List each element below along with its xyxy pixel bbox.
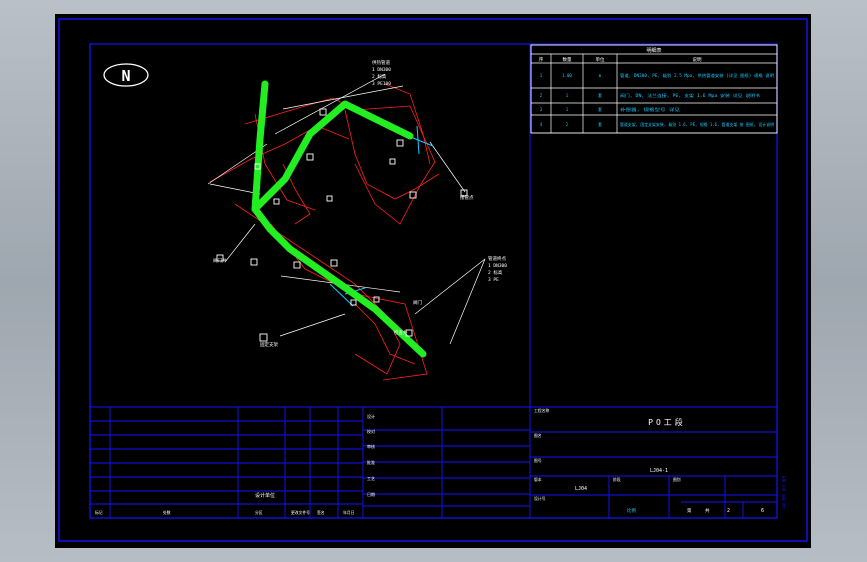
callout-top-line: 3 PE100 [372, 81, 391, 87]
row-no: 1 [540, 73, 543, 78]
callout-labels: 阀门井 固定支架 接管点 阀门 检查井 [213, 194, 474, 348]
callout-top-line: 2 标高 [372, 73, 387, 80]
callout-label: 固定支架 [260, 341, 278, 348]
row-qty: 1 [566, 93, 569, 98]
mid-label: 审核 [367, 443, 375, 449]
box-label: 工程名称 [534, 408, 549, 413]
callout-top-line: 1 DN300 [372, 67, 391, 73]
drawing-number: LJ04-1 [650, 468, 668, 474]
row-unit: m [599, 73, 602, 78]
table-title: 明细表 [646, 47, 661, 54]
bottom-label: 分区 [255, 510, 263, 515]
box-label: 阶段 [613, 477, 621, 482]
mid-label: 工艺 [367, 476, 375, 481]
drawing-sheet: N 供热管道 1 DN300 2 标高 3 PE100 管道终点 1 DN300… [55, 14, 811, 548]
callout-label: 阀门井 [213, 257, 227, 264]
mid-label: 日期 [367, 491, 375, 497]
table-header: 说明 [693, 56, 702, 63]
bottom-label: 签名 [317, 510, 325, 515]
row-desc: 管道, DN300, PE, 级别 2.5 Mpa, 供热管道安装 (详见 图纸… [620, 72, 774, 78]
row-qty: 1 [566, 107, 569, 112]
table-header: 序 [539, 56, 544, 63]
cad-drawing: N 供热管道 1 DN300 2 标高 3 PE100 管道终点 1 DN300… [58, 18, 808, 542]
row-no: 3 [540, 107, 543, 112]
row-unit: 套 [598, 121, 602, 127]
callout-right-line: 1 DN300 [488, 263, 507, 269]
row-desc: 阀门, DN, 法兰连接, PE, 支架 1.6 Mpa 安装 详见 说明书 [620, 92, 760, 98]
box-label: 版本 [534, 477, 542, 482]
row-no: 4 [540, 122, 543, 127]
row-unit: 套 [598, 92, 602, 98]
table-row: 4 2 套 管道支架, 固定支架安装, 级别 1.6, PE, 规格 1.6, … [540, 121, 774, 127]
row-qty: 2 [566, 122, 569, 127]
total-label: 共 [705, 507, 710, 514]
north-arrow-icon: N [103, 63, 149, 87]
callout-label: 检查井 [394, 329, 408, 336]
bottom-label: 标记 [95, 510, 103, 515]
row-desc: 管道支架, 固定支架安装, 级别 1.6, PE, 规格 1.6, 管道支架 按… [620, 121, 774, 127]
left-stamp: 设计单位 [255, 492, 275, 499]
callout-right-line: 3 PE [488, 277, 499, 283]
box-label: 设计号 [534, 496, 546, 501]
bottom-label: 更改文件号 [291, 510, 310, 515]
box-label: 图号 [534, 458, 542, 463]
box-label: 图别 [673, 477, 681, 482]
total-number: 6 [761, 508, 764, 514]
callout-top: 供热管道 1 DN300 2 标高 3 PE100 [372, 59, 391, 87]
callout-right-line: 管道终点 [488, 255, 506, 262]
table-row: 2 1 套 阀门, DN, 法兰连接, PE, 支架 1.6 Mpa 安装 详见… [540, 92, 760, 98]
row-desc: 补偿器, 规格型号 详见 [620, 106, 680, 112]
callout-label: 阀门 [413, 299, 422, 306]
callout-right: 管道终点 1 DN300 2 标高 3 PE [488, 255, 507, 283]
mid-label: 校对 [367, 428, 375, 434]
table-header: 数量 [563, 56, 572, 63]
sheet-number: 2 [727, 508, 730, 514]
callout-label: 接管点 [460, 194, 474, 201]
table-row: 3 1 套 补偿器, 规格型号 详见 [540, 106, 680, 112]
table-row: 1 1.00 m 管道, DN300, PE, 级别 2.5 Mpa, 供热管道… [540, 72, 774, 78]
pipeline-route [251, 80, 427, 358]
callout-right-line: 2 标高 [488, 269, 503, 276]
callout-top-line: 供热管道 [372, 59, 390, 66]
row-unit: 套 [598, 106, 602, 112]
valve-markers [329, 125, 434, 307]
title-block-text: PO工段 LJ04-1 LJ04 设计单位 比例 第 2 共 6 设计 校对 审… [95, 408, 786, 515]
row-qty: 1.00 [562, 73, 572, 78]
project-title: PO工段 [648, 417, 686, 427]
mid-label: 批准 [367, 459, 375, 465]
north-label: N [121, 67, 130, 85]
bottom-label: 处数 [163, 510, 171, 515]
mid-label: 设计 [367, 413, 375, 419]
bottom-label: 年月日 [343, 510, 355, 515]
box-label: 图名 [534, 433, 542, 438]
row-no: 2 [540, 93, 543, 98]
scale-label: 比例 [627, 507, 636, 514]
sheet-code: LJ04 [575, 486, 587, 492]
sheet-label: 第 [687, 507, 692, 514]
table-header: 单位 [596, 56, 605, 63]
leader-lines [207, 73, 486, 345]
parts-table: 明细表 序 数量 单位 说明 1 1.00 m 管道, DN300, PE, 级… [530, 44, 778, 134]
vertical-note: CAD 图纸 设计 图号 [781, 475, 786, 509]
